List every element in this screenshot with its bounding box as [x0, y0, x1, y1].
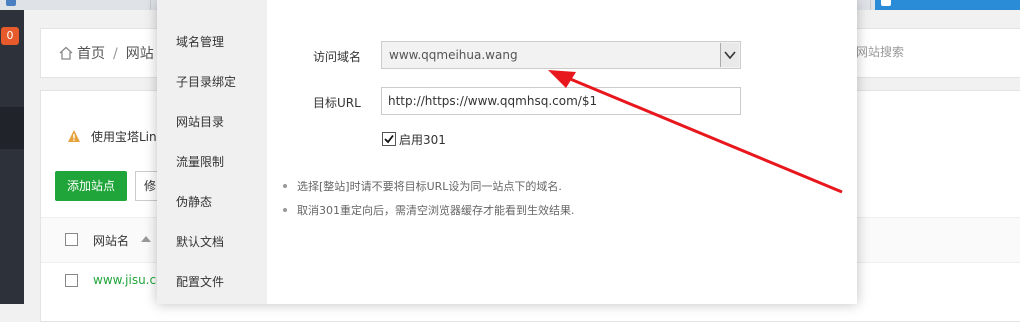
favicon-icon — [881, 0, 891, 6]
tip-item: 取消301重定向后，需清空浏览器缓存才能看到生效结果. — [283, 202, 575, 218]
tip-text: 取消301重定向后，需清空浏览器缓存才能看到生效结果. — [297, 204, 575, 217]
add-site-button[interactable]: 添加站点 — [55, 171, 127, 201]
bullet-icon — [283, 184, 287, 188]
enable-301-checkbox[interactable] — [382, 132, 396, 146]
browser-tab[interactable] — [0, 0, 151, 10]
app-sidebar: 0 — [0, 10, 24, 304]
site-search-input[interactable]: 网站搜索 — [854, 40, 1016, 64]
tip-item: 选择[整站]时请不要将目标URL设为同一站点下的域名. — [283, 178, 562, 194]
target-url-input[interactable] — [381, 87, 741, 115]
domain-label: 访问域名 — [313, 50, 362, 64]
nav-item-subdirectory-binding[interactable]: 子目录绑定 — [176, 73, 236, 90]
modal-side-nav: 域名管理 子目录绑定 网站目录 流量限制 伪静态 默认文档 配置文件 — [157, 0, 267, 304]
breadcrumb-separator: / — [113, 46, 118, 62]
column-site-name[interactable]: 网站名 — [93, 232, 129, 249]
target-url-label: 目标URL — [313, 96, 361, 110]
breadcrumb-home[interactable]: 首页 — [77, 46, 105, 62]
site-link[interactable]: www.jisu.co — [93, 273, 163, 287]
tip-text: 选择[整站]时请不要将目标URL设为同一站点下的域名. — [297, 180, 562, 193]
bullet-icon — [283, 208, 287, 212]
chevron-down-icon[interactable] — [720, 43, 739, 67]
nav-item-default-document[interactable]: 默认文档 — [176, 233, 224, 250]
breadcrumb-current: 网站 — [125, 46, 154, 62]
nav-item-rewrite[interactable]: 伪静态 — [176, 193, 212, 210]
enable-301-label: 启用301 — [399, 133, 446, 147]
checkmark-icon — [384, 134, 394, 144]
sort-asc-icon[interactable] — [141, 236, 151, 242]
home-icon — [59, 46, 73, 60]
nav-item-domain-management[interactable]: 域名管理 — [176, 33, 224, 50]
nav-item-site-directory[interactable]: 网站目录 — [176, 113, 224, 130]
site-settings-modal: 域名管理 子目录绑定 网站目录 流量限制 伪静态 默认文档 配置文件 访问域名 … — [157, 0, 857, 304]
nav-item-config-file[interactable]: 配置文件 — [176, 273, 224, 290]
favicon-icon — [6, 0, 16, 6]
notification-badge[interactable]: 0 — [1, 27, 19, 45]
warning-icon — [68, 130, 80, 142]
notice-text: 使用宝塔Lin — [91, 130, 157, 144]
breadcrumb: 首页 / 网站 — [59, 43, 154, 63]
browser-tab-active[interactable] — [875, 0, 1020, 10]
select-all-checkbox[interactable] — [65, 233, 78, 246]
sidebar-active-band — [0, 107, 24, 149]
row-checkbox[interactable] — [65, 274, 78, 287]
domain-select-value: www.qqmeihua.wang — [389, 48, 518, 62]
nav-item-traffic-limit[interactable]: 流量限制 — [176, 153, 224, 170]
domain-select[interactable]: www.qqmeihua.wang — [381, 41, 741, 69]
